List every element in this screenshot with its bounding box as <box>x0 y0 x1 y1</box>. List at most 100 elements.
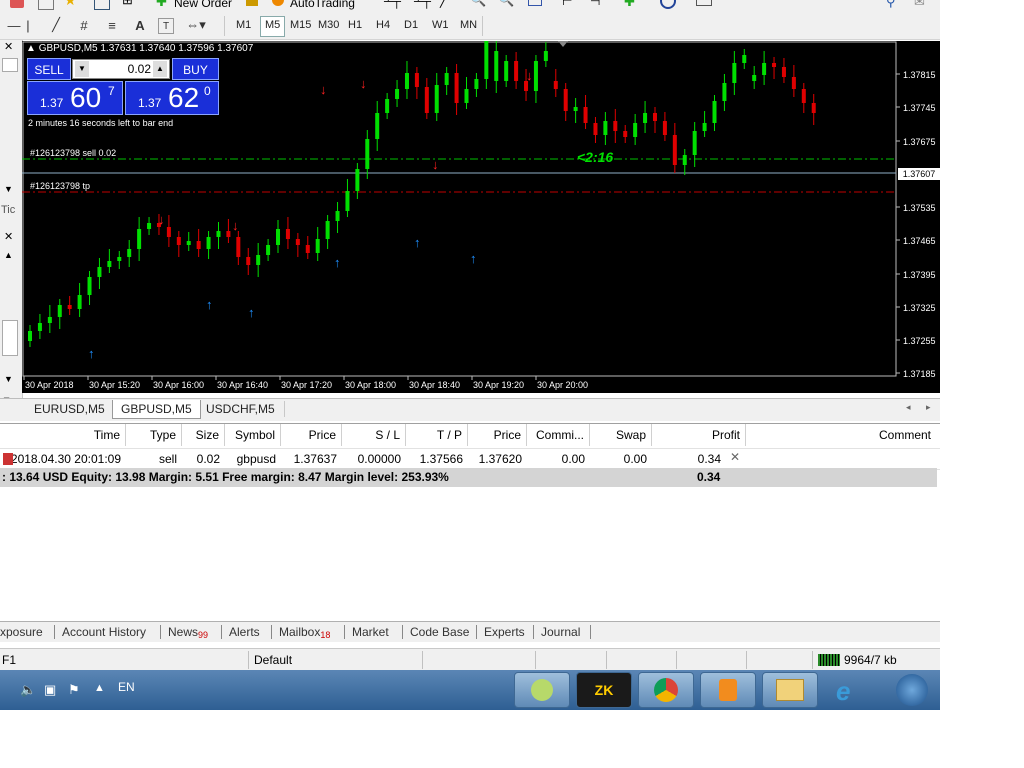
timeframe-mn[interactable]: MN <box>456 16 481 35</box>
chat-icon[interactable]: ✉ <box>914 0 925 10</box>
zoom-out-icon[interactable]: 🔍 <box>498 0 514 8</box>
scroll-thumb[interactable] <box>2 320 18 356</box>
candle-body <box>206 237 211 249</box>
scroll-down-icon[interactable]: ▼ <box>4 374 13 384</box>
volume-icon[interactable]: 🔈 <box>20 682 36 698</box>
close-order-icon[interactable]: ✕ <box>730 450 740 464</box>
terminal-tab-alerts[interactable]: Alerts <box>229 622 260 642</box>
timeframe-m1[interactable]: M1 <box>232 16 255 35</box>
terminal-tab-account-history[interactable]: Account History <box>62 622 146 642</box>
lot-size-input[interactable]: 0.02 <box>93 61 151 77</box>
lot-increase-icon[interactable]: ▲ <box>153 61 167 77</box>
column-header-11[interactable]: Comment <box>746 424 936 446</box>
tile-windows-icon[interactable] <box>528 0 542 6</box>
column-header-10[interactable]: Profit <box>652 424 746 446</box>
timeframe-m30[interactable]: M30 <box>314 16 343 35</box>
buy-button[interactable]: BUY <box>172 58 219 80</box>
new-order-icon[interactable]: ✚ <box>156 0 167 10</box>
taskbar-app-explorer[interactable] <box>762 672 818 708</box>
search-icon[interactable]: ⚲ <box>886 0 896 10</box>
table-row[interactable]: 2018.04.30 20:01:09 sell 0.02 gbpusd 1.37637… <box>0 448 940 470</box>
zoom-in-icon[interactable]: 🔍 <box>470 0 486 8</box>
scroll-box[interactable] <box>2 58 18 72</box>
chart-shift-marker[interactable] <box>558 41 568 47</box>
text-tool-icon[interactable]: A <box>130 15 150 35</box>
auto-scroll-icon[interactable]: ⊢ <box>562 0 572 8</box>
timeframe-h4[interactable]: H4 <box>372 16 394 35</box>
terminal-tab-market[interactable]: Market <box>352 622 389 642</box>
terminal-tab-experts[interactable]: Experts <box>484 622 525 642</box>
tab-scroll-left-icon[interactable]: ◂ <box>906 402 911 413</box>
close-icon[interactable]: ✕ <box>4 40 13 53</box>
sell-button[interactable]: SELL <box>27 58 71 80</box>
indicators-icon[interactable]: ✚ <box>624 0 635 10</box>
network-icon[interactable]: ▣ <box>44 682 56 698</box>
line-chart-icon[interactable]: ╱ <box>440 0 447 8</box>
favorites-star-icon[interactable]: ★ <box>64 0 77 9</box>
terminal-tab-xposure[interactable]: xposure <box>0 622 43 642</box>
internet-explorer-icon[interactable]: e <box>836 676 850 707</box>
show-hidden-icons-icon[interactable]: ▲ <box>94 682 105 694</box>
chart-tab-eurusd[interactable]: EURUSD,M5 <box>26 400 113 418</box>
close-icon[interactable]: ✕ <box>4 230 13 243</box>
column-header-6[interactable]: T / P <box>406 424 468 446</box>
templates-icon[interactable] <box>696 0 712 6</box>
buy-price-box[interactable]: 1.37 62 0 <box>125 81 219 115</box>
navigator-icon[interactable]: ⊞ <box>122 0 133 8</box>
lot-decrease-icon[interactable]: ▼ <box>75 61 89 77</box>
action-center-flag-icon[interactable]: ⚑ <box>68 682 80 698</box>
column-header-4[interactable]: Price <box>281 424 342 446</box>
new-chart-icon[interactable] <box>10 0 24 8</box>
column-header-7[interactable]: Price <box>468 424 527 446</box>
trendline-icon[interactable]: ╱ <box>46 15 66 35</box>
terminal-tab-news[interactable]: News99 <box>168 622 208 642</box>
column-header-9[interactable]: Swap <box>590 424 652 446</box>
autotrading-button[interactable]: AutoTrading <box>290 0 355 10</box>
chart-tab-gbpusd[interactable]: GBPUSD,M5 <box>112 400 201 419</box>
market-watch-icon[interactable] <box>94 0 110 10</box>
taskbar-app-bulb[interactable] <box>514 672 570 708</box>
timeframe-w1[interactable]: W1 <box>428 16 453 35</box>
taskbar-app-trading-terminal[interactable]: ZK <box>576 672 632 708</box>
equidistant-channel-icon[interactable]: # <box>74 15 94 35</box>
column-header-0[interactable]: Time <box>0 424 126 446</box>
column-header-2[interactable]: Size <box>182 424 225 446</box>
chart-tab-usdchf[interactable]: USDCHF,M5 <box>198 400 283 418</box>
price-chart[interactable]: 1.37815 1.37745 1.37675 1.37535 1.37465 1.373… <box>22 20 940 393</box>
metaeditor-icon[interactable] <box>246 0 258 6</box>
terminal-tab-mailbox[interactable]: Mailbox18 <box>279 622 330 642</box>
text-label-icon[interactable]: T <box>158 18 174 34</box>
sell-price-box[interactable]: 1.37 60 7 <box>27 81 123 115</box>
tab-tick-chart[interactable]: Tic <box>1 204 15 216</box>
start-button[interactable] <box>896 674 928 706</box>
scroll-down-icon[interactable]: ▼ <box>4 184 13 194</box>
column-header-5[interactable]: S / L <box>342 424 406 446</box>
column-header-8[interactable]: Commi... <box>527 424 590 446</box>
fibonacci-icon[interactable]: ≡ <box>102 15 122 35</box>
timeframe-m5[interactable]: M5 <box>260 16 286 37</box>
tab-scroll-right-icon[interactable]: ▸ <box>926 402 931 413</box>
terminal-tab-journal[interactable]: Journal <box>541 622 580 642</box>
timeframe-m15[interactable]: M15 <box>286 16 315 35</box>
column-header-1[interactable]: Type <box>126 424 182 446</box>
autotrading-icon[interactable] <box>272 0 284 6</box>
scroll-up-icon[interactable]: ▲ <box>4 250 13 260</box>
periods-icon[interactable] <box>660 0 676 9</box>
candlestick-icon[interactable]: ┴┬ <box>414 0 431 8</box>
new-order-button[interactable]: New Order <box>174 0 232 10</box>
taskbar-app-media-player[interactable] <box>700 672 756 708</box>
profiles-icon[interactable] <box>38 0 54 10</box>
vertical-line-icon[interactable]: | <box>18 15 38 35</box>
buy-signal-arrow: ↑ <box>470 251 477 266</box>
taskbar-app-chrome[interactable] <box>638 672 694 708</box>
arrows-dropdown-icon[interactable]: ⇔▾ <box>186 15 206 35</box>
timeframe-d1[interactable]: D1 <box>400 16 422 35</box>
timeframe-h1[interactable]: H1 <box>344 16 366 35</box>
lot-size-stepper[interactable]: ▼ 0.02 ▲ <box>72 59 170 79</box>
language-indicator[interactable]: EN <box>118 680 135 694</box>
chart-shift-icon[interactable]: ⊣ <box>590 0 600 8</box>
column-header-3[interactable]: Symbol <box>225 424 281 446</box>
terminal-tab-label: Experts <box>484 625 525 639</box>
terminal-tab-code-base[interactable]: Code Base <box>410 622 469 642</box>
bar-chart-icon[interactable]: ┴┬ <box>384 0 401 8</box>
